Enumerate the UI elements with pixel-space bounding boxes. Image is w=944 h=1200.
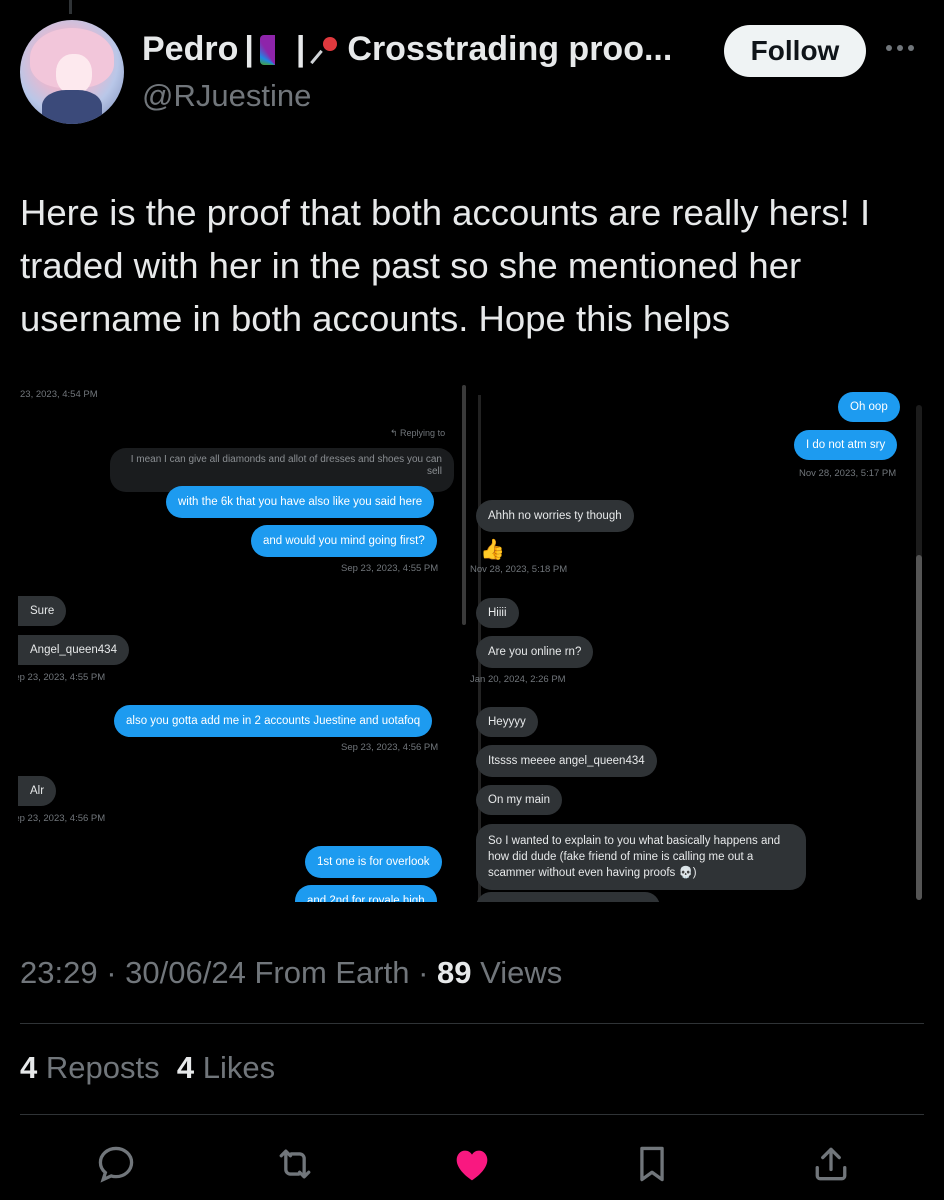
replying-to-label: ↰ Replying to — [390, 428, 446, 438]
engagement-stats: 4 Reposts 4 Likes — [20, 1050, 275, 1086]
name-separator: | — [244, 30, 254, 68]
bookmark-icon — [640, 1146, 664, 1182]
message-bubble: Heyyyy — [476, 707, 538, 737]
message-bubble: Ahhh no worries ty though — [476, 500, 634, 532]
likes-link[interactable]: 4 Likes — [177, 1050, 275, 1085]
tweet-meta: 23:29 · 30/06/24 From Earth · 89 Views — [20, 955, 563, 990]
timestamp: Sep 23, 2023, 4:56 PM — [341, 742, 439, 753]
message-bubble: Alr — [18, 776, 57, 806]
message-bubble: On my main — [476, 785, 562, 815]
display-name-text: Pedro — [142, 30, 239, 68]
message-bubble: also you gotta add me in 2 accounts Jues… — [114, 705, 433, 737]
message-bubble: 1st one is for overlook — [305, 846, 442, 878]
divider — [20, 1023, 924, 1024]
post-date[interactable]: 30/06/24 — [125, 955, 246, 990]
likes-count: 4 — [176, 1050, 195, 1085]
reposts-label: Reposts — [45, 1050, 160, 1085]
share-icon — [815, 1147, 847, 1181]
likes-label: Likes — [202, 1050, 276, 1085]
timestamp: Sep 23, 2023, 4:55 PM — [18, 672, 106, 683]
like-button[interactable] — [447, 1140, 497, 1188]
message-bubble: I do not atm sry — [794, 430, 898, 460]
reposts-link[interactable]: 4 Reposts — [20, 1050, 160, 1085]
attached-image[interactable]: 23, 2023, 4:54 PM ↰ Replying to I mean I… — [18, 385, 924, 902]
reply-icon — [98, 1146, 134, 1183]
timestamp: Nov 28, 2023, 5:17 PM — [799, 468, 897, 479]
views-label: Views — [480, 955, 563, 990]
display-name[interactable]: Pedro | | Crosstrading proo... — [142, 30, 672, 69]
post-time[interactable]: 23:29 — [20, 955, 98, 990]
repost-icon — [279, 1149, 311, 1179]
scrollbar — [462, 385, 466, 625]
views-count: 89 — [437, 955, 472, 990]
more-options-icon[interactable] — [886, 38, 926, 58]
timestamp: Jan 20, 2024, 2:26 PM — [470, 674, 566, 685]
avatar[interactable] — [20, 20, 124, 124]
timestamp: Sep 23, 2023, 4:55 PM — [341, 563, 439, 574]
message-bubble: and 2nd for royale high — [295, 885, 437, 902]
pushpin-icon — [311, 35, 341, 65]
share-button[interactable] — [806, 1140, 856, 1188]
display-name-suffix: Crosstrading proo... — [347, 30, 673, 68]
message-bubble: Itssss meeee angel_queen434 — [476, 745, 657, 777]
message-bubble: Oh oop — [838, 392, 900, 422]
rainbow-icon — [259, 34, 290, 65]
follow-button[interactable]: Follow — [724, 25, 866, 77]
thread-line — [69, 0, 72, 14]
message-bubble: Sure — [18, 596, 67, 626]
like-icon — [456, 1150, 488, 1181]
post-location: From Earth — [254, 955, 410, 990]
timestamp: 23, 2023, 4:54 PM — [20, 389, 98, 400]
message-bubble: Angel_queen434 — [18, 635, 129, 665]
reply-button[interactable] — [91, 1140, 141, 1188]
divider — [20, 1114, 924, 1115]
message-bubble-partial — [476, 892, 660, 902]
timestamp: Sep 23, 2023, 4:56 PM — [18, 813, 106, 824]
message-bubble: So I wanted to explain to you what basic… — [476, 824, 806, 890]
timestamp: Nov 28, 2023, 5:18 PM — [470, 564, 568, 575]
user-handle[interactable]: @RJuestine — [142, 78, 311, 114]
bookmark-button[interactable] — [627, 1140, 677, 1188]
repost-button[interactable] — [270, 1140, 320, 1188]
reposts-count: 4 — [20, 1050, 38, 1085]
message-bubble: Are you online rn? — [476, 636, 594, 668]
message-bubble: Hiiii — [476, 598, 519, 628]
name-separator: | — [295, 30, 306, 68]
message-bubble: and would you mind going first? — [251, 525, 437, 557]
tweet-text: Here is the proof that both accounts are… — [20, 192, 871, 339]
thumbs-up-icon: 👍 — [480, 539, 505, 561]
scrollbar-thumb — [916, 555, 922, 900]
message-bubble: with the 6k that you have also like you … — [166, 486, 435, 518]
